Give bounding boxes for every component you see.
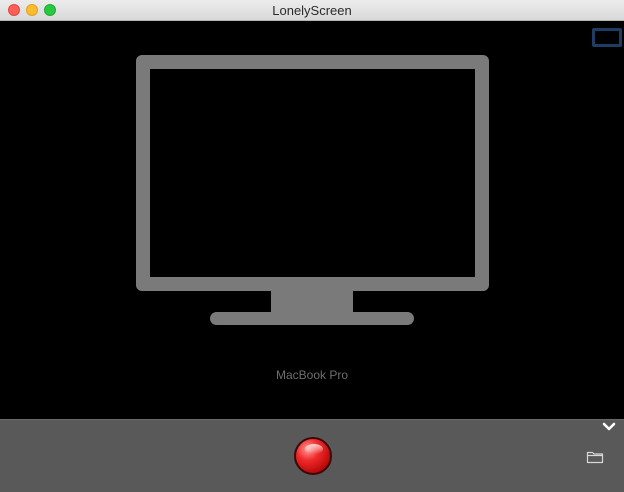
folder-icon[interactable] [586, 450, 604, 464]
app-window: LonelyScreen MacBook Pro [0, 0, 624, 492]
chevron-down-icon[interactable] [602, 421, 616, 433]
window-title: LonelyScreen [272, 3, 352, 18]
title-bar[interactable]: LonelyScreen [0, 0, 624, 21]
screen-rectangle-icon[interactable] [592, 28, 622, 47]
device-name-label: MacBook Pro [275, 368, 349, 382]
bottom-toolbar [0, 419, 624, 492]
monitor-icon [136, 55, 489, 325]
record-button[interactable] [294, 437, 332, 475]
record-icon [305, 444, 323, 454]
main-content: MacBook Pro [0, 21, 624, 419]
